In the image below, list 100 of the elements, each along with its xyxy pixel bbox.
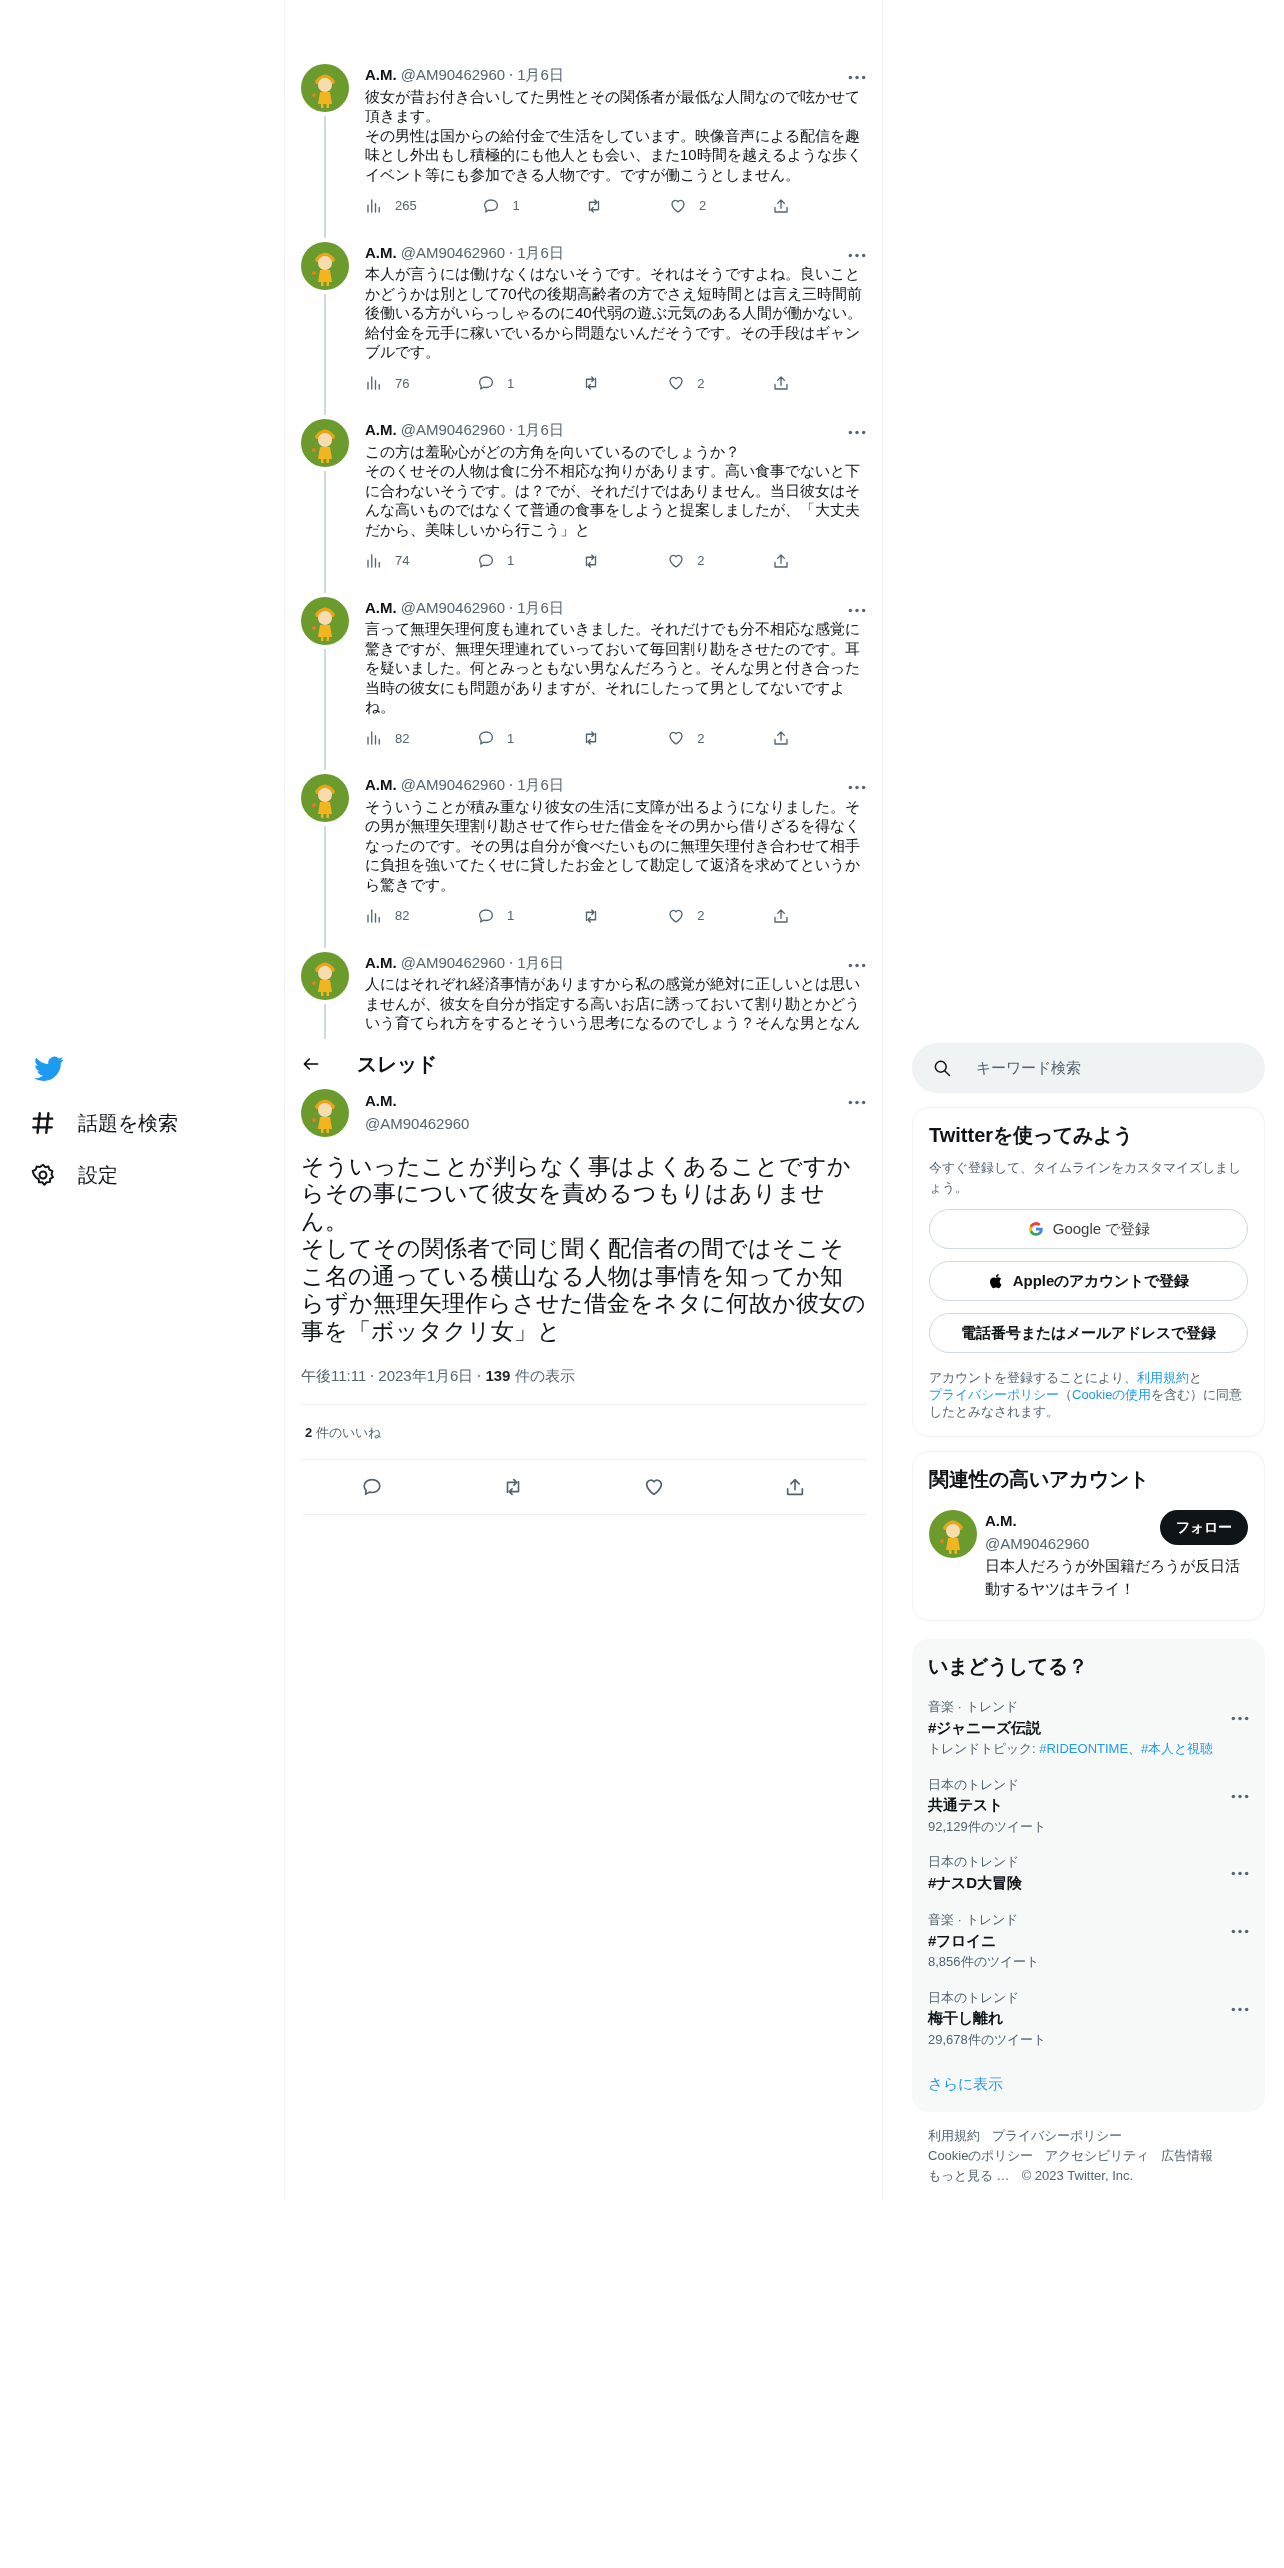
nav-item[interactable]: 話題を検索 [30, 1108, 284, 1138]
author-handle[interactable]: @AM90462960 [365, 1112, 470, 1135]
avatar [301, 774, 349, 822]
search-input[interactable]: キーワード検索 [974, 1055, 1245, 1081]
footer-link[interactable]: プライバシーポリシー [992, 2127, 1122, 2143]
more-icon [1231, 2006, 1249, 2012]
tweet-date[interactable]: 1月6日 [517, 774, 564, 797]
author-name[interactable]: A.M. [985, 1510, 1090, 1533]
more-button[interactable] [848, 785, 866, 790]
trend-name[interactable]: #ナスD大冒険 [928, 1871, 1231, 1894]
share-button[interactable] [772, 551, 790, 571]
more-button[interactable] [1231, 1793, 1249, 1799]
reply-button[interactable]: 1 [482, 196, 520, 216]
tweet-date[interactable]: 1月6日 [517, 596, 564, 619]
reply-button[interactable]: 1 [477, 551, 515, 571]
avatar [301, 419, 349, 467]
views-button[interactable]: 82 [365, 728, 410, 748]
reply-button[interactable]: 1 [477, 728, 515, 748]
author-handle[interactable]: @AM90462960 [985, 1532, 1090, 1555]
account-bio: 日本人だろうが外国籍だろうが反日活動するヤツはキライ！ [985, 1556, 1241, 1599]
more-button[interactable] [1231, 1716, 1249, 1721]
more-icon [848, 785, 866, 790]
share-button[interactable] [772, 196, 790, 216]
trend-name[interactable]: #フロイニ [928, 1929, 1231, 1952]
more-button[interactable] [848, 1099, 866, 1105]
author-name[interactable]: A.M. [365, 951, 397, 974]
tweet-text: この方は羞恥心がどの方角を向いているのでしょうか？ [365, 441, 741, 461]
like-button[interactable]: 2 [667, 373, 705, 393]
speech-bubble-icon [360, 1476, 383, 1498]
author-name[interactable]: A.M. [365, 419, 397, 442]
share-button[interactable] [772, 373, 790, 393]
tweet-date[interactable]: 2023年1月6日 [378, 1365, 474, 1388]
author-name[interactable]: A.M. [365, 64, 397, 87]
author-name[interactable]: A.M. [365, 596, 397, 619]
more-button[interactable] [848, 430, 866, 435]
reply-button[interactable]: 1 [477, 906, 515, 926]
like-button[interactable]: 2 [667, 551, 705, 571]
more-icon [848, 607, 866, 613]
more-icon [848, 430, 866, 435]
tweet-text: そういったことが判らなく事はよくあることですからその事について彼女を責めるつもりはありません。 [301, 1152, 852, 1235]
nav-item[interactable]: 設定 [30, 1160, 284, 1190]
author-name[interactable]: A.M. [365, 1090, 470, 1113]
footer-link[interactable]: アクセシビリティ [1045, 2147, 1150, 2163]
reply-button[interactable] [360, 1476, 383, 1498]
footer-link[interactable]: もっと見る … [928, 2167, 1010, 2183]
tweet-date[interactable]: 1月6日 [517, 419, 564, 442]
trend-name[interactable]: 梅干し離れ [928, 2007, 1231, 2030]
views-button[interactable]: 265 [365, 196, 417, 216]
views-button[interactable]: 76 [365, 373, 410, 393]
views-button[interactable]: 74 [365, 551, 410, 571]
author-handle[interactable]: @AM90462960 [400, 774, 506, 797]
like-button[interactable]: 2 [669, 196, 707, 216]
author-handle[interactable]: @AM90462960 [400, 419, 506, 442]
like-button[interactable]: 2 [667, 728, 705, 748]
more-button[interactable] [1231, 1871, 1249, 1876]
reply-button[interactable]: 1 [477, 373, 515, 393]
author-handle[interactable]: @AM90462960 [400, 951, 506, 974]
avatar [929, 1510, 977, 1558]
tweet-date[interactable]: 1月6日 [517, 951, 564, 974]
signup-button[interactable]: Google で登録 [929, 1209, 1248, 1249]
tweet-time[interactable]: 午後11:11 [301, 1365, 367, 1388]
like-button[interactable]: 2 [667, 906, 705, 926]
footer-link[interactable]: 広告情報 [1161, 2147, 1214, 2163]
footer-link[interactable]: © 2023 Twitter, Inc. [1021, 2167, 1134, 2183]
follow-button[interactable]: フォロー [1160, 1510, 1248, 1545]
more-button[interactable] [848, 252, 866, 258]
likes-link[interactable]: 2 件のいいね [305, 1424, 381, 1440]
tweet-text: 言って無理矢理何度も連れていきました。それだけでも分不相応な感覚に驚きですが、無理矢理連れていっておいて毎回割り勘をさせたのです。耳を疑いました。何とみっともない男なんだろうと。そんな男と付き合った当時の彼女にも問題がありますが、それにしたって男としてないですよね。 [365, 619, 861, 717]
bird-icon[interactable] [34, 1056, 64, 1082]
tweet-text: そういうことが積み重なり彼女の生活に支障が出るようになりました。その男が無理矢理割り勘させて作らせた借金をその男から借りざるを得なくなったのです。その男は自分が食べたいものに無理矢理付き合わせて相手に負担を強いてたくせに貸したお金として勘定して返済を求めてというから驚きです。 [365, 796, 861, 894]
more-button[interactable] [1231, 2006, 1249, 2012]
more-button[interactable] [848, 75, 866, 80]
author-handle[interactable]: @AM90462960 [400, 596, 506, 619]
share-button[interactable] [772, 906, 790, 926]
share-button[interactable] [772, 728, 790, 748]
tweet-count: 8,856件のツイート [928, 1953, 1040, 1971]
author-name[interactable]: A.M. [365, 241, 397, 264]
trend-context: 音楽 · トレンド [928, 1698, 1019, 1716]
settings-icon[interactable] [30, 1162, 56, 1188]
tweet-date[interactable]: 1月6日 [517, 241, 564, 264]
more-button[interactable] [848, 962, 866, 968]
author-name[interactable]: A.M. [365, 774, 397, 797]
more-button[interactable] [1231, 1929, 1249, 1934]
author-handle[interactable]: @AM90462960 [400, 241, 506, 264]
views-button[interactable]: 82 [365, 906, 410, 926]
signup-button[interactable]: Appleのアカウントで登録 [929, 1261, 1248, 1301]
tweet-text: 本人が言うには働けなくはないそうです。それはそうですよね。良いことかどうかは別として70代の後期高齢者の方でさえ短時間とは言え三時間前後働いる方がいらっしゃるのに40代弱の遊ぶ元気のある人間が働かない。給付金を元手に稼いでいるから問題ないんだそうです。その手段はギャンブルです。 [365, 264, 863, 362]
footer-link[interactable]: 利用規約 [928, 2127, 980, 2143]
hashtag-icon[interactable] [30, 1110, 56, 1136]
tweet-date[interactable]: 1月6日 [517, 64, 564, 87]
search-bar[interactable]: キーワード検索 [912, 1043, 1265, 1093]
trend-name[interactable]: #ジャニーズ伝説 [928, 1716, 1231, 1739]
signup-button[interactable]: 電話番号またはメールアドレスで登録 [929, 1313, 1248, 1353]
card-title: いまどうしてる？ [928, 1654, 1089, 1679]
author-handle[interactable]: @AM90462960 [400, 64, 506, 87]
more-button[interactable] [848, 607, 866, 613]
footer-link[interactable]: Cookieのポリシー [928, 2147, 1034, 2163]
speech-bubble-icon [482, 196, 501, 215]
view-count: 139 件の表示 [485, 1366, 575, 1386]
trend-name[interactable]: 共通テスト [928, 1794, 1231, 1817]
